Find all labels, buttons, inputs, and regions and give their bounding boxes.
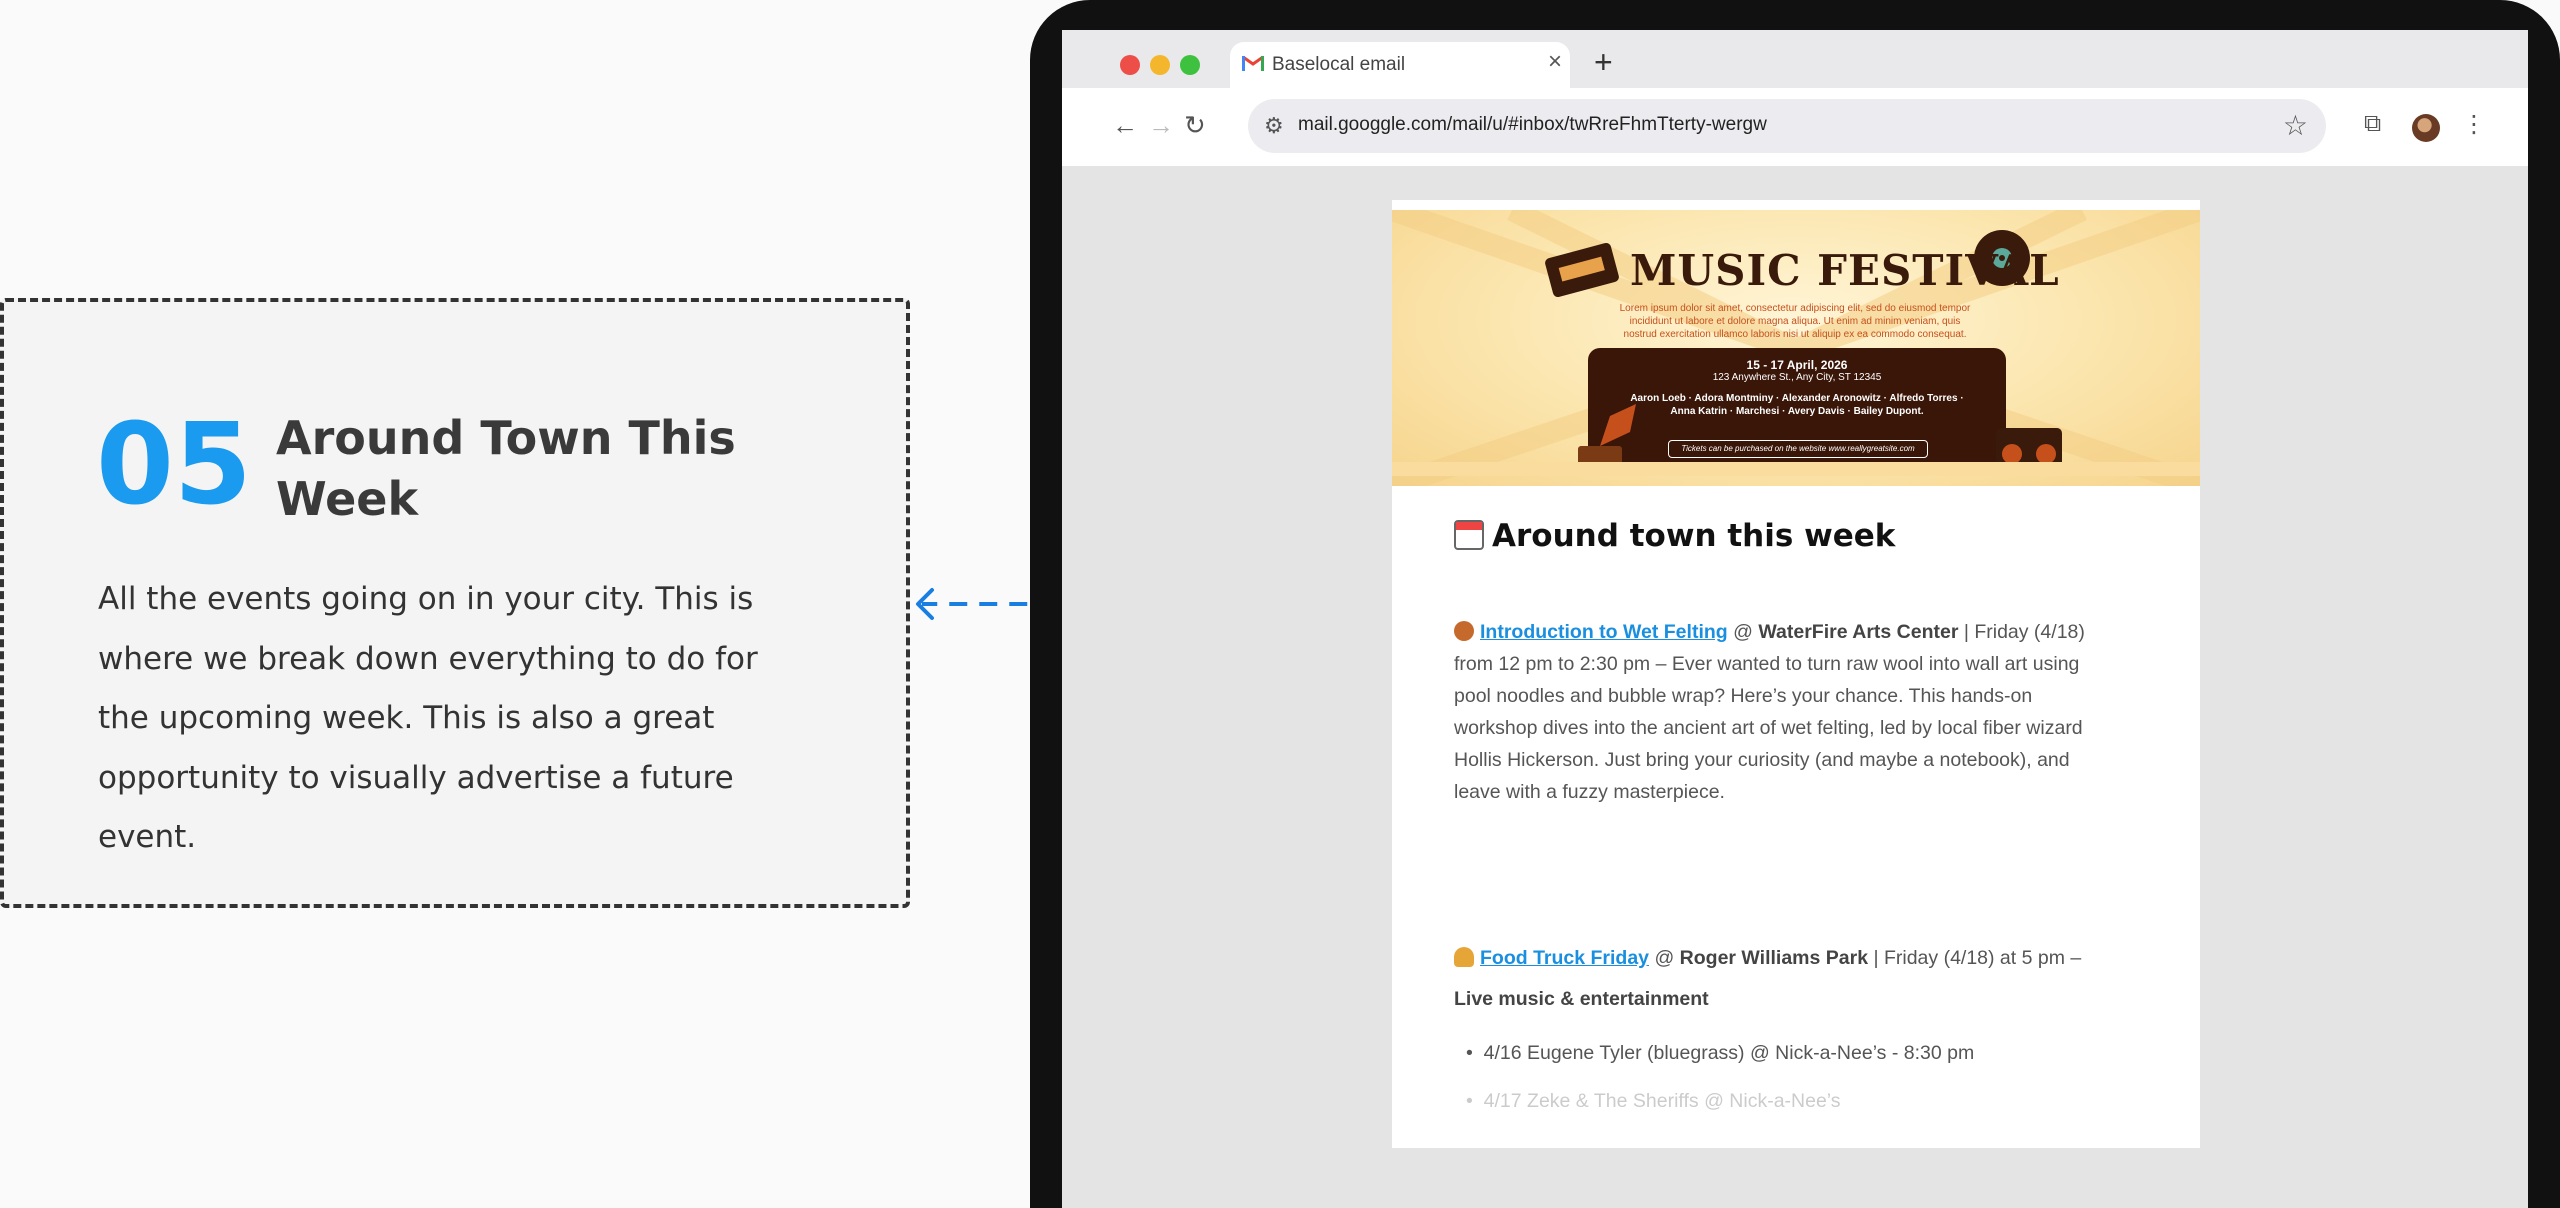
tab-strip: Baselocal email × + [1062, 30, 2528, 88]
menu-icon[interactable]: ⋮ [2462, 110, 2486, 139]
event-details: | Friday (4/18) at 5 pm – [1868, 947, 2082, 969]
site-settings-icon[interactable]: ⚙ [1264, 113, 1284, 139]
cassette-icon [1545, 243, 1619, 297]
url-text[interactable]: mail.googgle.com/mail/u/#inbox/twRreFhmT… [1298, 114, 1767, 136]
event-venue: WaterFire Arts Center [1758, 621, 1959, 643]
yarn-icon [1454, 621, 1474, 641]
slide: 05 Around Town This Week All the events … [0, 0, 2560, 1208]
section-heading: Around town this week [1454, 518, 1895, 554]
event-food-truck-friday: Food Truck Friday @ Roger Williams Park … [1454, 942, 2114, 974]
event-wet-felting: Introduction to Wet Felting @ WaterFire … [1454, 621, 2085, 803]
music-festival-banner: MUSIC FESTIVAL Lorem ipsum dolor sit ame… [1392, 210, 2200, 486]
forward-icon[interactable]: → [1148, 110, 1174, 141]
festival-info-box: 15 - 17 April, 2026 123 Anywhere St., An… [1588, 348, 2006, 468]
gmail-icon [1242, 55, 1264, 71]
minimize-window-button[interactable] [1150, 55, 1170, 75]
list-item: • 4/17 Zeke & The Sheriffs @ Nick-a-Nee’… [1466, 1090, 1841, 1112]
profile-avatar[interactable] [2412, 114, 2440, 142]
festival-date: 15 - 17 April, 2026 [1746, 358, 1848, 372]
banner-bottom-strip [1392, 462, 2200, 476]
event-link-wet-felting[interactable]: Introduction to Wet Felting [1480, 621, 1728, 643]
email-body: MUSIC FESTIVAL Lorem ipsum dolor sit ame… [1392, 200, 2200, 1148]
live-music-heading: Live music & entertainment [1454, 988, 1709, 1010]
festival-lorem: Lorem ipsum dolor sit amet, consectetur … [1619, 303, 1971, 340]
taco-icon [1454, 947, 1474, 967]
tab-baselocal-email[interactable]: Baselocal email × [1230, 42, 1570, 88]
event-details: | Friday (4/18) from 12 pm to 2:30 pm – … [1454, 621, 2085, 803]
new-tab-button[interactable]: + [1594, 44, 1613, 81]
maximize-window-button[interactable] [1180, 55, 1200, 75]
close-window-button[interactable] [1120, 55, 1140, 75]
calendar-icon [1454, 520, 1484, 550]
festival-address: 123 Anywhere St., Any City, ST 12345 [1712, 372, 1882, 383]
event-venue: Roger Williams Park [1679, 947, 1869, 969]
back-icon[interactable]: ← [1112, 110, 1138, 141]
browser-window: Baselocal email × + ← → ↻ ⚙ mail.googgle… [1062, 30, 2528, 1208]
list-item: • 4/16 Eugene Tyler (bluegrass) @ Nick-a… [1466, 1042, 1975, 1064]
festival-title: MUSIC FESTIVAL [1630, 246, 2060, 295]
close-tab-icon[interactable]: × [1548, 48, 1562, 76]
festival-tickets: Tickets can be purchased on the website … [1668, 440, 1928, 458]
tab-title: Baselocal email [1272, 54, 1406, 75]
festival-lineup: Aaron Loeb · Adora Montminy · Alexander … [1630, 393, 1964, 417]
event-link-food-truck[interactable]: Food Truck Friday [1480, 947, 1649, 969]
browser-toolbar: ← → ↻ ⚙ mail.googgle.com/mail/u/#inbox/t… [1062, 88, 2528, 166]
address-bar[interactable]: ⚙ mail.googgle.com/mail/u/#inbox/twRreFh… [1248, 99, 2326, 153]
extensions-icon[interactable]: ⧉ [2364, 110, 2381, 138]
bookmark-star-icon[interactable]: ☆ [2283, 109, 2308, 142]
reload-icon[interactable]: ↻ [1184, 110, 1206, 141]
